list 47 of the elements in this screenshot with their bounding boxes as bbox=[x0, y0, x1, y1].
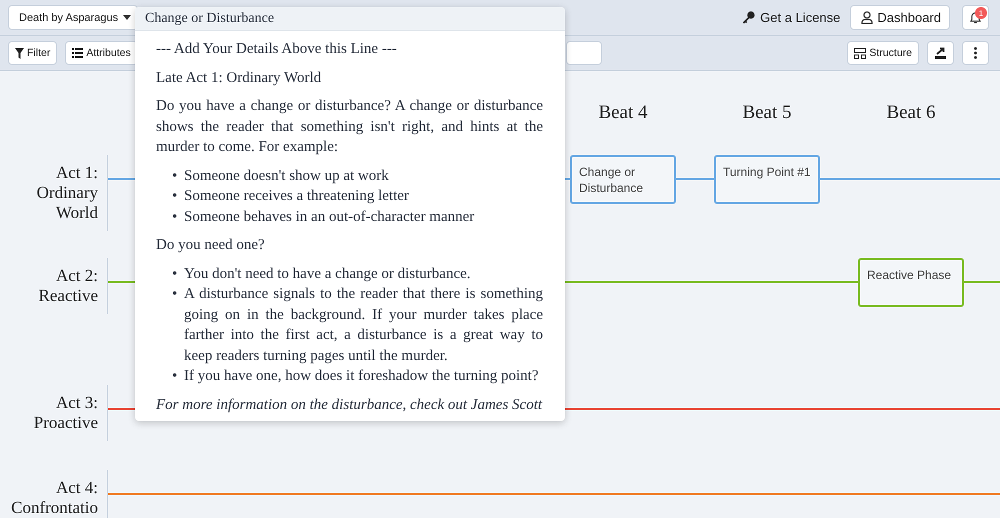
list-bullet: • bbox=[172, 166, 178, 186]
list-item: Someone receives a threatening letter bbox=[184, 187, 410, 206]
list-bullet: • bbox=[172, 264, 178, 284]
act-label: Act 1: Ordinary World bbox=[0, 155, 108, 231]
notification-badge: 1 bbox=[975, 7, 987, 19]
structure-icon bbox=[854, 48, 866, 58]
list-item: Someone doesn't show up at work bbox=[184, 166, 390, 186]
filter-icon bbox=[15, 48, 24, 58]
beat-card[interactable]: Reactive Phase bbox=[858, 258, 964, 307]
list-bullet: • bbox=[172, 285, 178, 304]
filter-button[interactable]: Filter bbox=[8, 41, 58, 65]
user-icon bbox=[861, 11, 874, 24]
attributes-button[interactable]: Attributes bbox=[65, 41, 138, 65]
list-icon bbox=[72, 48, 84, 58]
kebab-icon bbox=[974, 47, 977, 59]
beat-card[interactable]: Turning Point #1 bbox=[714, 155, 820, 204]
structure-button[interactable]: Structure bbox=[847, 41, 919, 65]
license-link[interactable]: Get a License bbox=[742, 10, 840, 25]
list-bullet: • bbox=[172, 367, 178, 386]
beat-heading: Beat 6 bbox=[885, 102, 937, 124]
export-icon bbox=[934, 47, 947, 59]
popover-title: Change or Disturbance bbox=[135, 7, 565, 31]
act-label: Act 3: Proactive bbox=[0, 385, 108, 441]
paragraph: --- Add Your Details Above this Line --- bbox=[156, 40, 398, 59]
export-button[interactable] bbox=[927, 41, 954, 65]
list-bullet: • bbox=[172, 187, 178, 206]
project-dropdown[interactable]: Death by Asparagus bbox=[8, 5, 138, 30]
more-button[interactable] bbox=[962, 41, 989, 65]
note-text: For more information on the disturbance, check out James Scott bbox=[156, 396, 543, 414]
act-label: Act 2: Reactive bbox=[0, 258, 108, 314]
list-item: A disturbance signals to the reader that there is something going on in the background. If your murder takes place farther into the first act, a disturbance is a great way to keep readers turning pages until the murder. bbox=[184, 285, 543, 366]
paragraph: Late Act 1: Ordinary World bbox=[156, 68, 322, 88]
search-field[interactable] bbox=[566, 41, 602, 65]
dashboard-button[interactable]: Dashboard bbox=[850, 5, 950, 30]
caret-icon bbox=[123, 15, 132, 20]
list-bullet: • bbox=[172, 208, 178, 226]
list-item: Someone behaves in an out-of-character manner bbox=[184, 208, 476, 226]
beat-heading: Beat 5 bbox=[741, 102, 793, 124]
bell-icon bbox=[970, 12, 981, 24]
list-item: You don't need to have a change or disturbance. bbox=[184, 264, 472, 284]
list-item: If you have one, how does it foreshadow the turning point? bbox=[184, 367, 540, 386]
paragraph: Do you have a change or disturbance? A change or disturbance shows the reader that something isn't right, and hints at the murder to come. For example: bbox=[156, 97, 543, 157]
beat-card[interactable]: Change or Disturbance bbox=[570, 155, 676, 204]
act-label: Act 4: Confrontatio bbox=[0, 470, 108, 518]
key-icon bbox=[742, 11, 756, 24]
beat-heading: Beat 4 bbox=[597, 102, 649, 124]
paragraph: Do you need one? bbox=[156, 236, 266, 255]
